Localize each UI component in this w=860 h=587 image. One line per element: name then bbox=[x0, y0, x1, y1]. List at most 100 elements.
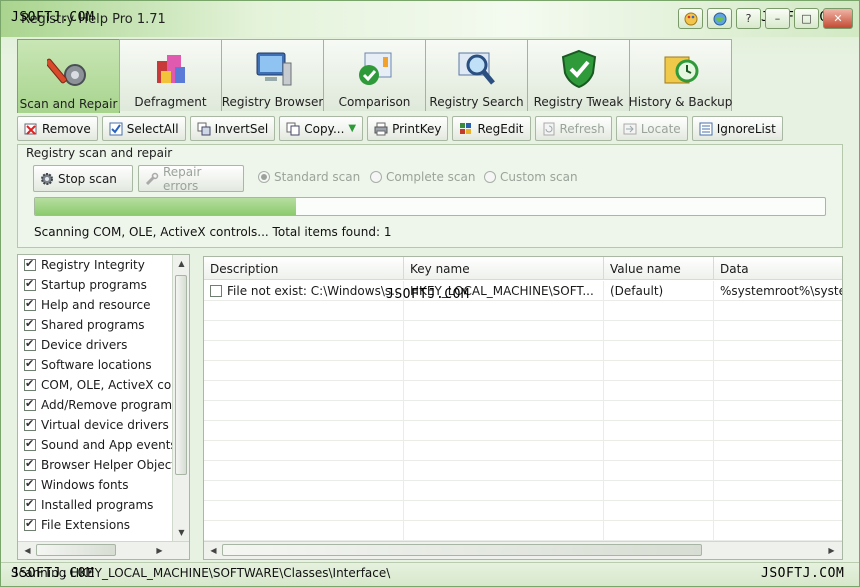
category-list[interactable]: Registry Integrity Startup programs Help a… bbox=[18, 255, 173, 541]
locate-button[interactable]: Locate bbox=[615, 116, 688, 141]
radio-complete-scan[interactable]: Complete scan bbox=[370, 170, 475, 184]
category-checkbox[interactable] bbox=[24, 477, 36, 491]
category-checkbox[interactable] bbox=[24, 517, 36, 531]
radio-label: Standard scan bbox=[274, 170, 361, 184]
empty-cell bbox=[404, 421, 604, 441]
radio-standard-scan[interactable]: Standard scan bbox=[258, 170, 360, 184]
category-checkbox[interactable] bbox=[24, 297, 36, 311]
scroll-thumb[interactable] bbox=[175, 275, 187, 475]
empty-table-row bbox=[204, 341, 842, 361]
category-item[interactable]: Installed programs bbox=[18, 495, 173, 515]
category-item[interactable]: Help and resource bbox=[18, 295, 173, 315]
results-horizontal-scrollbar[interactable]: ◀ ▶ bbox=[204, 541, 842, 559]
scroll-up-icon[interactable]: ▲ bbox=[174, 256, 189, 271]
tab-history-backup[interactable]: History & Backup bbox=[629, 39, 732, 111]
refresh-button[interactable]: Refresh bbox=[534, 116, 612, 141]
skin-button[interactable] bbox=[678, 8, 703, 29]
select-all-button[interactable]: SelectAll bbox=[101, 116, 186, 141]
category-checkbox[interactable] bbox=[24, 257, 36, 271]
category-checkbox[interactable] bbox=[24, 437, 36, 451]
empty-cell bbox=[204, 501, 404, 521]
palette-icon bbox=[684, 12, 697, 25]
scroll-right-icon[interactable]: ▶ bbox=[824, 543, 839, 558]
stop-scan-button[interactable]: Stop scan bbox=[33, 165, 133, 192]
tab-defragment[interactable]: Defragment bbox=[119, 39, 222, 111]
tab-registry-browser[interactable]: Registry Browser bbox=[221, 39, 324, 111]
scroll-left-icon[interactable]: ◀ bbox=[206, 543, 221, 558]
category-item[interactable]: Device drivers bbox=[18, 335, 173, 355]
remove-button[interactable]: Remove bbox=[17, 116, 98, 141]
close-button[interactable]: ✕ bbox=[823, 8, 853, 29]
scroll-thumb[interactable] bbox=[222, 544, 702, 556]
category-checkbox[interactable] bbox=[24, 457, 36, 471]
locate-icon bbox=[623, 122, 637, 136]
category-checkbox[interactable] bbox=[24, 277, 36, 291]
category-item[interactable]: Browser Helper Object bbox=[18, 455, 173, 475]
empty-cell bbox=[404, 441, 604, 461]
category-checkbox[interactable] bbox=[24, 377, 36, 391]
column-value-name[interactable]: Value name bbox=[604, 257, 714, 280]
table-row[interactable]: File not exist: C:\Windows\s... HKEY_LOC… bbox=[204, 281, 842, 301]
category-item[interactable]: Shared programs bbox=[18, 315, 173, 335]
repair-errors-button[interactable]: Repair errors bbox=[138, 165, 244, 193]
ignore-list-icon bbox=[699, 122, 713, 136]
title-bar[interactable]: Registry Help Pro 1.71 JSOFTJ.COM JSOFTJ… bbox=[1, 1, 859, 37]
tab-scan-and-repair[interactable]: Scan and Repair bbox=[17, 39, 120, 113]
minimize-button[interactable]: – bbox=[765, 8, 790, 29]
regedit-button[interactable]: RegEdit bbox=[452, 116, 531, 141]
empty-cell bbox=[404, 361, 604, 381]
scroll-right-icon[interactable]: ▶ bbox=[152, 543, 167, 558]
empty-cell bbox=[204, 321, 404, 341]
category-item[interactable]: Registry Integrity bbox=[18, 255, 173, 275]
category-item[interactable]: Startup programs bbox=[18, 275, 173, 295]
category-item[interactable]: COM, OLE, ActiveX cor bbox=[18, 375, 173, 395]
results-header: Description Key name Value name Data bbox=[204, 257, 842, 280]
column-data[interactable]: Data bbox=[714, 257, 842, 280]
tab-label: Registry Browser bbox=[221, 95, 324, 109]
category-item[interactable]: Software locations bbox=[18, 355, 173, 375]
category-checkbox[interactable] bbox=[24, 497, 36, 511]
print-key-button[interactable]: PrintKey bbox=[367, 116, 449, 141]
column-key-name[interactable]: Key name bbox=[404, 257, 604, 280]
category-label: Installed programs bbox=[41, 498, 154, 512]
empty-cell bbox=[604, 501, 714, 521]
scroll-left-icon[interactable]: ◀ bbox=[20, 543, 35, 558]
empty-table-row bbox=[204, 321, 842, 341]
category-item[interactable]: File Extensions bbox=[18, 515, 173, 535]
empty-cell bbox=[204, 401, 404, 421]
radio-custom-scan[interactable]: Custom scan bbox=[484, 170, 578, 184]
remove-icon bbox=[24, 122, 38, 136]
row-checkbox[interactable] bbox=[210, 285, 222, 297]
category-item[interactable]: Windows fonts bbox=[18, 475, 173, 495]
category-label: Help and resource bbox=[41, 298, 151, 312]
empty-cell bbox=[604, 481, 714, 501]
category-horizontal-scrollbar[interactable]: ◀ ▶ bbox=[18, 541, 189, 559]
empty-cell bbox=[604, 421, 714, 441]
tab-comparison[interactable]: Comparison bbox=[323, 39, 426, 111]
category-item[interactable]: Add/Remove programs bbox=[18, 395, 173, 415]
tab-registry-tweak[interactable]: Registry Tweak bbox=[527, 39, 630, 111]
category-checkbox[interactable] bbox=[24, 317, 36, 331]
app-window: Registry Help Pro 1.71 JSOFTJ.COM JSOFTJ… bbox=[0, 0, 860, 587]
invert-selection-button[interactable]: InvertSel bbox=[189, 116, 276, 141]
category-vertical-scrollbar[interactable]: ▲ ▼ bbox=[172, 255, 189, 541]
tab-registry-search[interactable]: Registry Search bbox=[425, 39, 528, 111]
category-item[interactable]: Sound and App events bbox=[18, 435, 173, 455]
maximize-button[interactable]: □ bbox=[794, 8, 819, 29]
web-button[interactable] bbox=[707, 8, 732, 29]
panel-splitter[interactable] bbox=[192, 254, 200, 560]
dropdown-arrow-icon[interactable]: ▼ bbox=[348, 123, 356, 134]
category-item[interactable]: Virtual device drivers bbox=[18, 415, 173, 435]
watermark-top-left: JSOFTJ.COM bbox=[11, 10, 95, 25]
cell-data: %systemroot%\syste bbox=[714, 281, 842, 301]
column-description[interactable]: Description bbox=[204, 257, 404, 280]
scroll-down-icon[interactable]: ▼ bbox=[174, 525, 189, 540]
category-checkbox[interactable] bbox=[24, 417, 36, 431]
copy-button[interactable]: Copy... ▼ bbox=[279, 116, 364, 141]
ignore-list-button[interactable]: IgnoreList bbox=[691, 116, 783, 141]
category-checkbox[interactable] bbox=[24, 337, 36, 351]
help-button[interactable]: ? bbox=[736, 8, 761, 29]
scroll-thumb[interactable] bbox=[36, 544, 116, 556]
category-checkbox[interactable] bbox=[24, 357, 36, 371]
category-checkbox[interactable] bbox=[24, 397, 36, 411]
